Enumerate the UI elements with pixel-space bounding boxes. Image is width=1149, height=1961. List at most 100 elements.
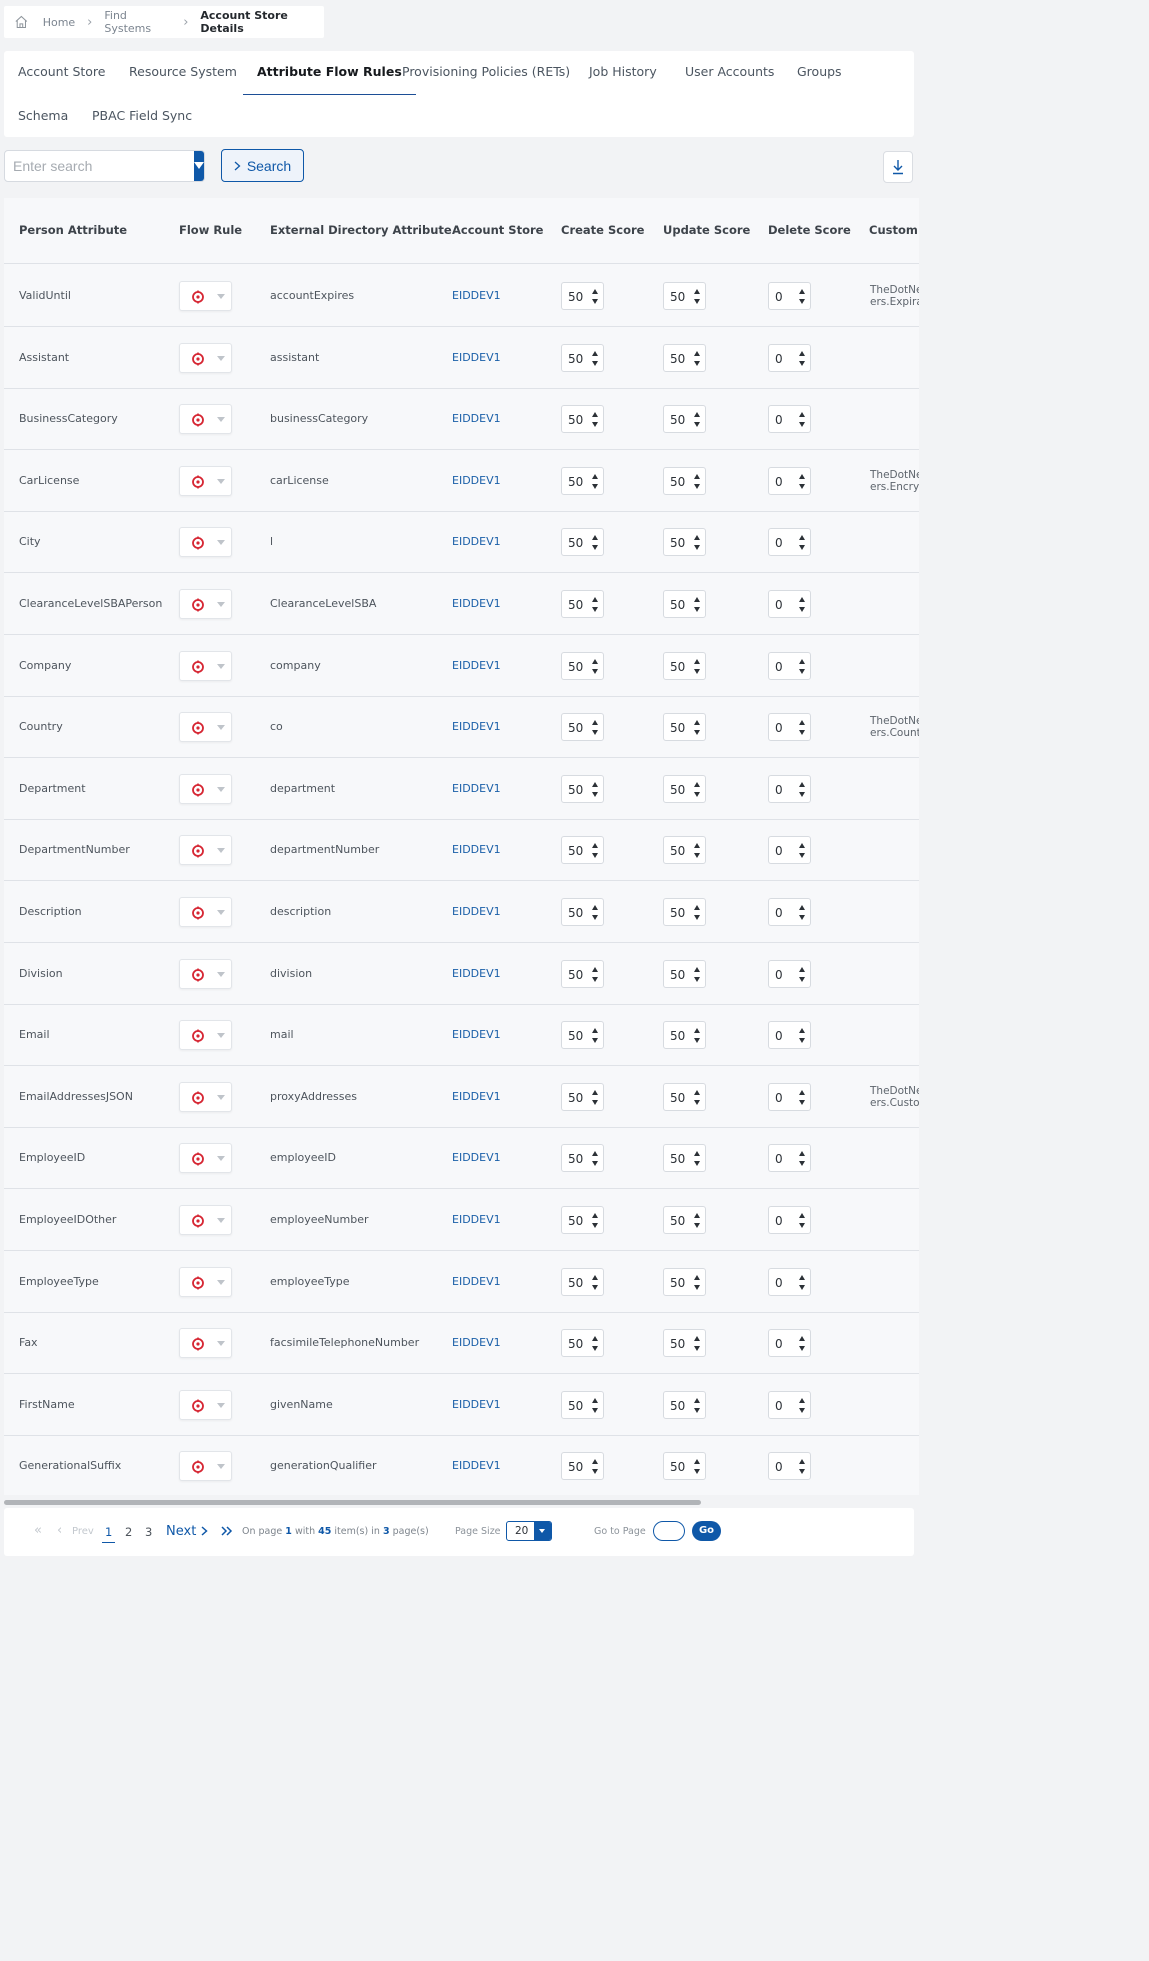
page-size-select[interactable]: 20 — [506, 1521, 552, 1541]
flow-rule-select[interactable] — [179, 1266, 232, 1297]
stepper-down-icon[interactable] — [799, 1469, 805, 1475]
update-score-stepper[interactable]: 50 — [663, 1390, 706, 1419]
create-score-stepper[interactable]: 50 — [561, 898, 604, 926]
create-score-stepper[interactable]: 50 — [561, 1206, 604, 1234]
flow-rule-select[interactable] — [179, 773, 232, 804]
flow-rule-select[interactable] — [179, 958, 232, 989]
stepper-up-icon[interactable] — [592, 1459, 598, 1465]
update-score-stepper[interactable]: 50 — [663, 1267, 706, 1296]
account-store-link[interactable]: EIDDEV1 — [452, 535, 501, 548]
create-score-stepper[interactable]: 50 — [561, 282, 604, 310]
delete-score-stepper[interactable]: 0 — [768, 774, 811, 803]
stepper-up-icon[interactable] — [694, 350, 700, 356]
column-header-person-attribute[interactable]: Person Attribute — [19, 223, 127, 237]
create-score-stepper[interactable]: 50 — [561, 466, 604, 495]
update-score-stepper[interactable]: 50 — [663, 1206, 706, 1234]
flow-rule-select[interactable] — [179, 1020, 232, 1051]
delete-score-stepper[interactable]: 0 — [768, 1144, 811, 1173]
create-score-stepper[interactable]: 50 — [561, 959, 604, 988]
stepper-down-icon[interactable] — [799, 299, 805, 304]
stepper-up-icon[interactable] — [799, 1336, 805, 1342]
breadcrumb-home[interactable]: Home — [43, 16, 75, 29]
stepper-up-icon[interactable] — [694, 1397, 700, 1403]
update-score-stepper[interactable]: 50 — [663, 1329, 706, 1358]
flow-rule-select[interactable] — [179, 1205, 232, 1235]
page-1-link[interactable]: 1 — [102, 1525, 116, 1543]
stepper-up-icon[interactable] — [799, 905, 805, 910]
breadcrumb-find-systems[interactable]: Find Systems — [104, 9, 171, 35]
stepper-up-icon[interactable] — [694, 597, 700, 602]
account-store-link[interactable]: EIDDEV1 — [452, 843, 501, 856]
update-score-stepper[interactable]: 50 — [663, 343, 706, 372]
stepper-down-icon[interactable] — [799, 791, 805, 797]
stepper-down-icon[interactable] — [799, 422, 805, 428]
flow-rule-select[interactable] — [179, 465, 232, 496]
search-filter-dropdown[interactable] — [194, 151, 204, 181]
account-store-link[interactable]: EIDDEV1 — [452, 1151, 501, 1164]
stepper-down-icon[interactable] — [694, 607, 700, 612]
column-header-delete-score[interactable]: Delete Score — [768, 223, 851, 237]
column-header-account-store[interactable]: Account Store — [452, 223, 543, 237]
stepper-up-icon[interactable] — [799, 1274, 805, 1280]
create-score-stepper[interactable]: 50 — [561, 1021, 604, 1050]
delete-score-stepper[interactable]: 0 — [768, 836, 811, 865]
account-store-link[interactable]: EIDDEV1 — [452, 1275, 501, 1288]
go-to-page-input[interactable] — [653, 1521, 685, 1541]
column-header-update-score[interactable]: Update Score — [663, 223, 750, 237]
stepper-up-icon[interactable] — [694, 658, 700, 664]
tab-pbac-field-sync[interactable]: PBAC Field Sync — [92, 95, 192, 139]
stepper-up-icon[interactable] — [592, 597, 598, 602]
prev-page-label[interactable]: Prev — [72, 1526, 94, 1537]
stepper-up-icon[interactable] — [799, 473, 805, 479]
account-store-link[interactable]: EIDDEV1 — [452, 474, 501, 487]
stepper-up-icon[interactable] — [694, 1151, 700, 1157]
stepper-up-icon[interactable] — [592, 781, 598, 787]
update-score-stepper[interactable]: 50 — [663, 713, 706, 742]
stepper-down-icon[interactable] — [799, 730, 805, 736]
stepper-down-icon[interactable] — [592, 299, 598, 304]
account-store-link[interactable]: EIDDEV1 — [452, 1028, 501, 1041]
page-2-link[interactable]: 2 — [125, 1525, 132, 1539]
stepper-down-icon[interactable] — [592, 1161, 598, 1167]
account-store-link[interactable]: EIDDEV1 — [452, 1090, 501, 1103]
stepper-down-icon[interactable] — [592, 976, 598, 982]
last-page-icon[interactable] — [221, 1526, 233, 1536]
stepper-up-icon[interactable] — [592, 720, 598, 726]
stepper-down-icon[interactable] — [694, 1223, 700, 1228]
stepper-up-icon[interactable] — [694, 720, 700, 726]
delete-score-stepper[interactable]: 0 — [768, 1206, 811, 1234]
stepper-down-icon[interactable] — [799, 360, 805, 366]
tab-schema[interactable]: Schema — [18, 95, 68, 139]
create-score-stepper[interactable]: 50 — [561, 774, 604, 803]
update-score-stepper[interactable]: 50 — [663, 282, 706, 310]
stepper-up-icon[interactable] — [799, 720, 805, 726]
stepper-up-icon[interactable] — [799, 1459, 805, 1465]
stepper-down-icon[interactable] — [592, 730, 598, 736]
flow-rule-select[interactable] — [179, 1081, 232, 1112]
stepper-up-icon[interactable] — [592, 1213, 598, 1218]
stepper-down-icon[interactable] — [799, 976, 805, 982]
next-page-label[interactable]: Next — [166, 1524, 196, 1539]
stepper-down-icon[interactable] — [694, 1469, 700, 1475]
stepper-up-icon[interactable] — [799, 658, 805, 664]
stepper-up-icon[interactable] — [592, 535, 598, 541]
delete-score-stepper[interactable]: 0 — [768, 1267, 811, 1296]
stepper-up-icon[interactable] — [694, 473, 700, 479]
tab-account-store[interactable]: Account Store — [18, 51, 105, 95]
stepper-down-icon[interactable] — [694, 483, 700, 489]
stepper-down-icon[interactable] — [799, 1346, 805, 1352]
stepper-up-icon[interactable] — [694, 966, 700, 972]
update-score-stepper[interactable]: 50 — [663, 405, 706, 434]
flow-rule-select[interactable] — [179, 527, 232, 558]
column-header-custom[interactable]: Custom — [869, 223, 918, 237]
flow-rule-select[interactable] — [179, 835, 232, 866]
stepper-up-icon[interactable] — [592, 1151, 598, 1157]
stepper-down-icon[interactable] — [592, 1038, 598, 1044]
page-3-link[interactable]: 3 — [145, 1525, 152, 1539]
column-header-create-score[interactable]: Create Score — [561, 223, 644, 237]
stepper-down-icon[interactable] — [694, 730, 700, 736]
create-score-stepper[interactable]: 50 — [561, 1390, 604, 1419]
stepper-down-icon[interactable] — [799, 668, 805, 674]
delete-score-stepper[interactable]: 0 — [768, 405, 811, 434]
flow-rule-select[interactable] — [179, 1328, 232, 1359]
